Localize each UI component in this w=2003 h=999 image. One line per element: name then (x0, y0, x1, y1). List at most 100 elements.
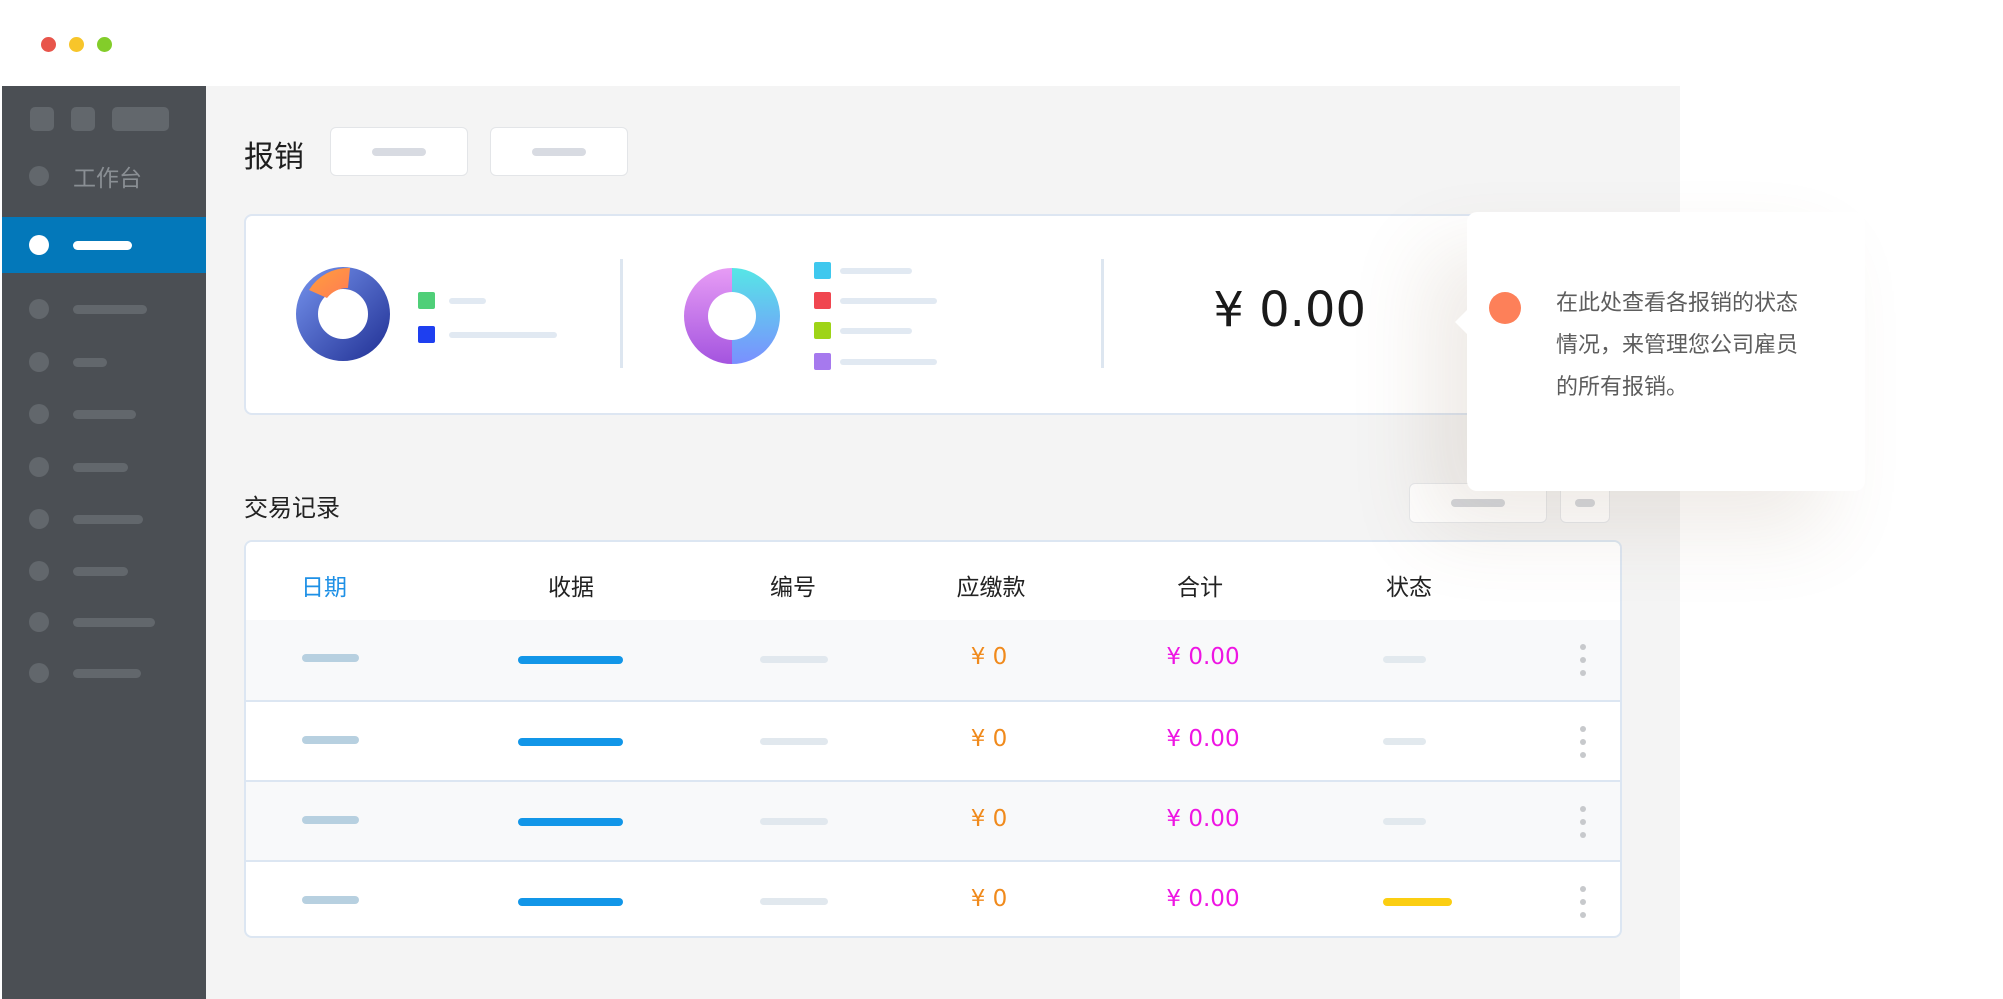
legend-swatch (814, 322, 831, 339)
divider (620, 259, 623, 368)
table-row[interactable]: ¥ 0 ¥ 0.00 (246, 700, 1620, 780)
legend-swatch (418, 292, 435, 309)
receipt-link[interactable] (518, 818, 623, 826)
sidebar-item[interactable] (2, 386, 206, 442)
sidebar-item-label-placeholder (73, 567, 128, 576)
number-placeholder (760, 738, 828, 745)
donut-segment-right (732, 268, 780, 364)
onboarding-tooltip: 在此处查看各报销的状态情况，来管理您公司雇员的所有报销。 (1455, 212, 1865, 491)
sidebar-item-label-placeholder (73, 241, 132, 250)
table-row[interactable]: ¥ 0 ¥ 0.00 (246, 860, 1620, 936)
sidebar: 工作台 (2, 86, 206, 999)
status-donut-chart (296, 267, 390, 361)
sidebar-item-label-placeholder (73, 618, 155, 627)
receipt-link[interactable] (518, 656, 623, 664)
donut-segment-left (684, 268, 732, 364)
category-donut-chart (684, 268, 780, 364)
legend-swatch (814, 262, 831, 279)
date-placeholder (302, 736, 359, 744)
column-header-receipt[interactable]: 收据 (548, 568, 594, 602)
receipt-link[interactable] (518, 898, 623, 906)
column-header-status[interactable]: 状态 (1386, 568, 1432, 602)
close-button[interactable] (41, 37, 56, 52)
summary-card: ¥ 0.00 (244, 214, 1654, 415)
button-label-placeholder (1575, 499, 1595, 507)
legend-swatch (814, 353, 831, 370)
number-placeholder (760, 898, 828, 905)
tooltip-arrow (1455, 309, 1468, 335)
button-label-placeholder (532, 147, 586, 156)
legend-label-placeholder (840, 268, 912, 274)
table-header: 日期 收据 编号 应缴款 合计 状态 (246, 542, 1620, 620)
sidebar-toolbar (30, 107, 169, 131)
total-amount-cell: ¥ 0.00 (1166, 726, 1240, 752)
number-placeholder (760, 656, 828, 663)
column-header-number[interactable]: 编号 (770, 568, 816, 602)
sidebar-item-label-placeholder (73, 669, 141, 678)
sidebar-item-label-placeholder (73, 463, 128, 472)
legend-swatch (814, 292, 831, 309)
sidebar-item-icon (29, 235, 49, 255)
sidebar-item[interactable] (2, 645, 206, 701)
amount-due: ¥ 0 (970, 886, 1008, 912)
amount-due: ¥ 0 (970, 726, 1008, 752)
sidebar-item-icon (29, 299, 49, 319)
column-header-total[interactable]: 合计 (1177, 568, 1223, 602)
status-indicator-pending (1383, 898, 1452, 906)
sidebar-toolbar-button-1[interactable] (30, 107, 54, 131)
legend-label-placeholder (449, 298, 486, 304)
receipt-link[interactable] (518, 738, 623, 746)
status-placeholder (1383, 738, 1426, 745)
table-row[interactable]: ¥ 0 ¥ 0.00 (246, 620, 1620, 700)
total-amount-cell: ¥ 0.00 (1166, 886, 1240, 912)
sidebar-item[interactable] (2, 543, 206, 599)
sidebar-item[interactable] (2, 439, 206, 495)
sidebar-item-label: 工作台 (73, 166, 142, 192)
zoom-button[interactable] (97, 37, 112, 52)
more-vertical-icon[interactable] (1579, 644, 1587, 676)
app-window: 工作台 报销 ¥ 0.00 交易记录 日期 收据 编号 应缴款 合计 状态 ¥ … (0, 0, 2003, 999)
main-content: 报销 ¥ 0.00 交易记录 日期 收据 编号 应缴款 合计 状态 ¥ 0 ¥ … (206, 86, 1680, 999)
sidebar-toolbar-button-3[interactable] (112, 107, 169, 131)
tooltip-marker-icon (1489, 292, 1521, 324)
sidebar-item-label-placeholder (73, 358, 107, 367)
more-vertical-icon[interactable] (1579, 726, 1587, 758)
total-amount-wrap: ¥ 0.00 (1206, 216, 1366, 413)
status-placeholder (1383, 818, 1426, 825)
sidebar-item-icon (29, 612, 49, 632)
sidebar-toolbar-button-2[interactable] (71, 107, 95, 131)
header-button-2[interactable] (490, 127, 628, 176)
column-header-date[interactable]: 日期 (301, 568, 347, 602)
minimize-button[interactable] (69, 37, 84, 52)
legend-swatch (418, 326, 435, 343)
sidebar-item-icon (29, 561, 49, 581)
sidebar-item-icon (29, 663, 49, 683)
sidebar-item-reimbursement[interactable] (2, 217, 206, 273)
total-amount-cell: ¥ 0.00 (1166, 644, 1240, 670)
sidebar-item-label-placeholder (73, 410, 136, 419)
sidebar-item-icon (29, 509, 49, 529)
table-row[interactable]: ¥ 0 ¥ 0.00 (246, 780, 1620, 860)
legend-label-placeholder (449, 332, 557, 338)
transactions-table: 日期 收据 编号 应缴款 合计 状态 ¥ 0 ¥ 0.00 ¥ 0 ¥ 0.00… (244, 540, 1622, 938)
amount-due: ¥ 0 (970, 806, 1008, 832)
header-button-1[interactable] (330, 127, 468, 176)
date-placeholder (302, 654, 359, 662)
sidebar-item[interactable] (2, 594, 206, 650)
more-vertical-icon[interactable] (1579, 886, 1587, 918)
button-label-placeholder (1451, 499, 1505, 507)
column-header-amount-due[interactable]: 应缴款 (957, 568, 1026, 602)
page-title: 报销 (244, 140, 304, 175)
sidebar-item[interactable] (2, 281, 206, 337)
legend-label-placeholder (840, 298, 937, 304)
number-placeholder (760, 818, 828, 825)
section-title: 交易记录 (244, 494, 340, 522)
date-placeholder (302, 896, 359, 904)
sidebar-item[interactable] (2, 334, 206, 390)
sidebar-item-label-placeholder (73, 515, 143, 524)
total-amount: ¥ 0.00 (1213, 282, 1366, 338)
sidebar-item-workbench[interactable]: 工作台 (2, 148, 206, 204)
sidebar-item[interactable] (2, 491, 206, 547)
status-placeholder (1383, 656, 1426, 663)
more-vertical-icon[interactable] (1579, 806, 1587, 838)
